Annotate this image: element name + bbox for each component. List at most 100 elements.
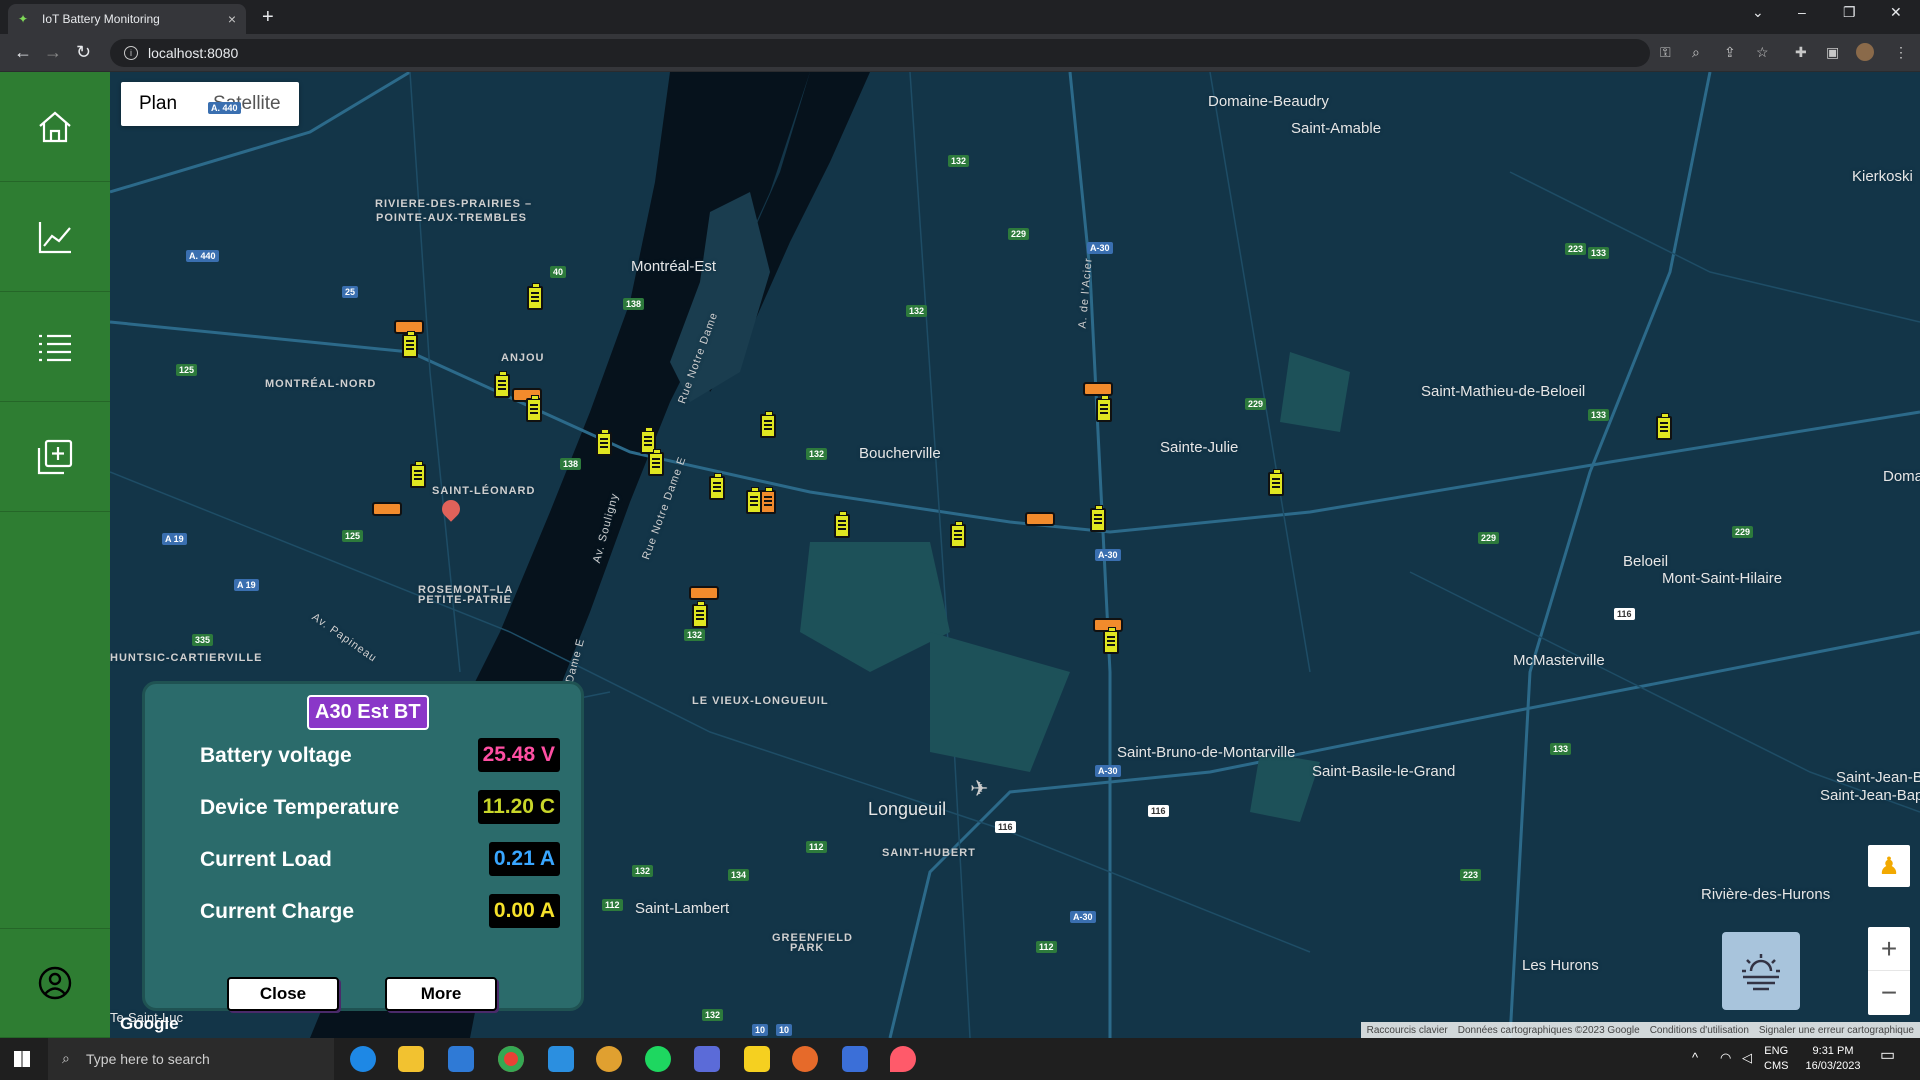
mail-app-icon[interactable]	[448, 1046, 474, 1072]
weather-button[interactable]	[1722, 932, 1800, 1010]
map-place-label: Saint-Basile-le-Grand	[1312, 763, 1456, 780]
map-place-label: Les Hurons	[1522, 957, 1599, 974]
profile-avatar[interactable]	[1856, 43, 1874, 61]
favicon-icon: ✦	[18, 12, 29, 26]
forward-icon[interactable]: →	[44, 42, 62, 63]
add-copy-icon	[37, 439, 73, 474]
zoom-control: + −	[1868, 927, 1910, 1015]
side-panel-icon[interactable]: ▣	[1826, 44, 1839, 61]
battery-marker[interactable]	[410, 461, 426, 488]
chart-line-icon	[38, 221, 71, 253]
sticky-app-icon[interactable]	[744, 1046, 770, 1072]
truck-marker[interactable]	[1025, 512, 1055, 526]
extensions-icon[interactable]: ✚	[1795, 44, 1807, 61]
map-place-label: Domaine-Beaudry	[1208, 93, 1329, 110]
battery-marker[interactable]	[527, 283, 543, 310]
map-place-label: Rivière-des-Hurons	[1701, 886, 1831, 903]
battery-marker[interactable]	[526, 395, 542, 422]
menu-kebab-icon[interactable]: ⋮	[1894, 44, 1908, 61]
sidebar-item-charts[interactable]	[0, 182, 110, 292]
attribution-link[interactable]: Raccourcis clavier	[1367, 1025, 1448, 1036]
key-icon[interactable]: ⚿	[1660, 44, 1671, 61]
vscode-app-icon[interactable]	[548, 1046, 574, 1072]
slack-app-icon[interactable]	[596, 1046, 622, 1072]
zoom-icon[interactable]: ⌕	[1692, 44, 1700, 61]
language-indicator[interactable]: ENG CMS	[1764, 1044, 1788, 1074]
zoom-in-button[interactable]: +	[1868, 927, 1910, 971]
volume-icon[interactable]: ◁	[1742, 1050, 1752, 1065]
route-shield: 132	[806, 448, 828, 460]
battery-marker[interactable]	[834, 511, 850, 538]
file-explorer-app-icon[interactable]	[398, 1046, 424, 1072]
sidebar-item-add[interactable]	[0, 402, 110, 512]
minimize-icon[interactable]: –	[1798, 4, 1806, 20]
battery-marker[interactable]	[1090, 505, 1106, 532]
network-icon[interactable]: ◠	[1720, 1050, 1731, 1065]
attribution-link[interactable]: Conditions d'utilisation	[1650, 1025, 1749, 1036]
postman-app-icon[interactable]	[792, 1046, 818, 1072]
edge-app-icon[interactable]	[350, 1046, 376, 1072]
truck-marker[interactable]	[689, 586, 719, 600]
battery-marker[interactable]	[596, 429, 612, 456]
map-place-label: McMasterville	[1513, 652, 1605, 669]
google-logo[interactable]: Google	[120, 1014, 179, 1034]
battery-marker[interactable]	[709, 473, 725, 500]
browser-tab[interactable]: ✦ IoT Battery Monitoring ×	[8, 4, 246, 34]
truck-marker[interactable]	[372, 502, 402, 516]
chrome-app-icon[interactable]	[498, 1046, 524, 1072]
sidebar-item-home[interactable]	[0, 72, 110, 182]
network-app-icon[interactable]	[694, 1046, 720, 1072]
attribution-link[interactable]: Signaler une erreur cartographique	[1759, 1025, 1914, 1036]
site-info-icon[interactable]: i	[124, 46, 138, 60]
url-input[interactable]: i localhost:8080	[110, 39, 1650, 67]
tab-close-icon[interactable]: ×	[228, 11, 236, 27]
battery-marker[interactable]	[1268, 469, 1284, 496]
firebase-app-icon[interactable]	[890, 1046, 916, 1072]
map-attribution: Raccourcis clavier Données cartographiqu…	[1360, 1022, 1920, 1038]
tab-search-icon[interactable]: ⌄	[1752, 4, 1764, 21]
spotify-app-icon[interactable]	[645, 1046, 671, 1072]
route-shield: A-30	[1095, 765, 1121, 777]
map-view[interactable]: Plan Satellite Domaine-Beaudry Saint-Ama…	[110, 72, 1920, 1038]
battery-marker[interactable]	[402, 331, 418, 358]
battery-marker[interactable]	[1103, 627, 1119, 654]
metric-value: 0.21 A	[488, 842, 560, 876]
sidebar-item-list[interactable]	[0, 292, 110, 402]
notification-icon[interactable]: ▭	[1880, 1048, 1895, 1064]
battery-marker[interactable]	[1656, 413, 1672, 440]
battery-marker[interactable]	[760, 411, 776, 438]
url-text: localhost:8080	[148, 45, 239, 61]
route-shield: A. 440	[186, 250, 219, 262]
bookmark-star-icon[interactable]: ☆	[1756, 44, 1769, 61]
close-button[interactable]: Close	[227, 977, 339, 1011]
back-icon[interactable]: ←	[14, 42, 32, 63]
route-shield: 223	[1460, 869, 1482, 881]
restore-icon[interactable]: ❐	[1843, 4, 1856, 21]
battery-marker[interactable]	[648, 449, 664, 476]
map-type-plan-button[interactable]: Plan	[121, 82, 195, 126]
tray-chevron-icon[interactable]: ^	[1692, 1050, 1698, 1065]
windows-start-icon[interactable]	[14, 1051, 30, 1067]
reload-icon[interactable]: ↻	[76, 42, 91, 63]
battery-marker[interactable]	[494, 371, 510, 398]
street-view-pegman-icon[interactable]: ♟	[1868, 845, 1910, 887]
azure-app-icon[interactable]	[842, 1046, 868, 1072]
route-shield: A 19	[162, 533, 187, 545]
window-close-icon[interactable]: ✕	[1890, 4, 1902, 21]
new-tab-button[interactable]: +	[262, 6, 274, 29]
route-shield: 10	[776, 1024, 793, 1036]
battery-marker[interactable]	[692, 601, 708, 628]
clock[interactable]: 9:31 PM 16/03/2023	[1800, 1044, 1866, 1074]
list-icon	[39, 334, 71, 361]
sidebar-item-account[interactable]	[0, 928, 110, 1038]
battery-marker[interactable]	[1096, 395, 1112, 422]
share-icon[interactable]: ⇪	[1724, 44, 1736, 61]
battery-marker[interactable]	[950, 521, 966, 548]
map-place-label: Saint-Mathieu-de-Beloeil	[1421, 383, 1586, 400]
route-shield: 132	[948, 155, 970, 167]
zoom-out-button[interactable]: −	[1868, 971, 1910, 1015]
battery-marker-warning[interactable]	[760, 487, 776, 514]
more-button[interactable]: More	[385, 977, 497, 1011]
taskbar-search-input[interactable]: ⌕ Type here to search	[48, 1038, 334, 1080]
truck-marker[interactable]	[1083, 382, 1113, 396]
